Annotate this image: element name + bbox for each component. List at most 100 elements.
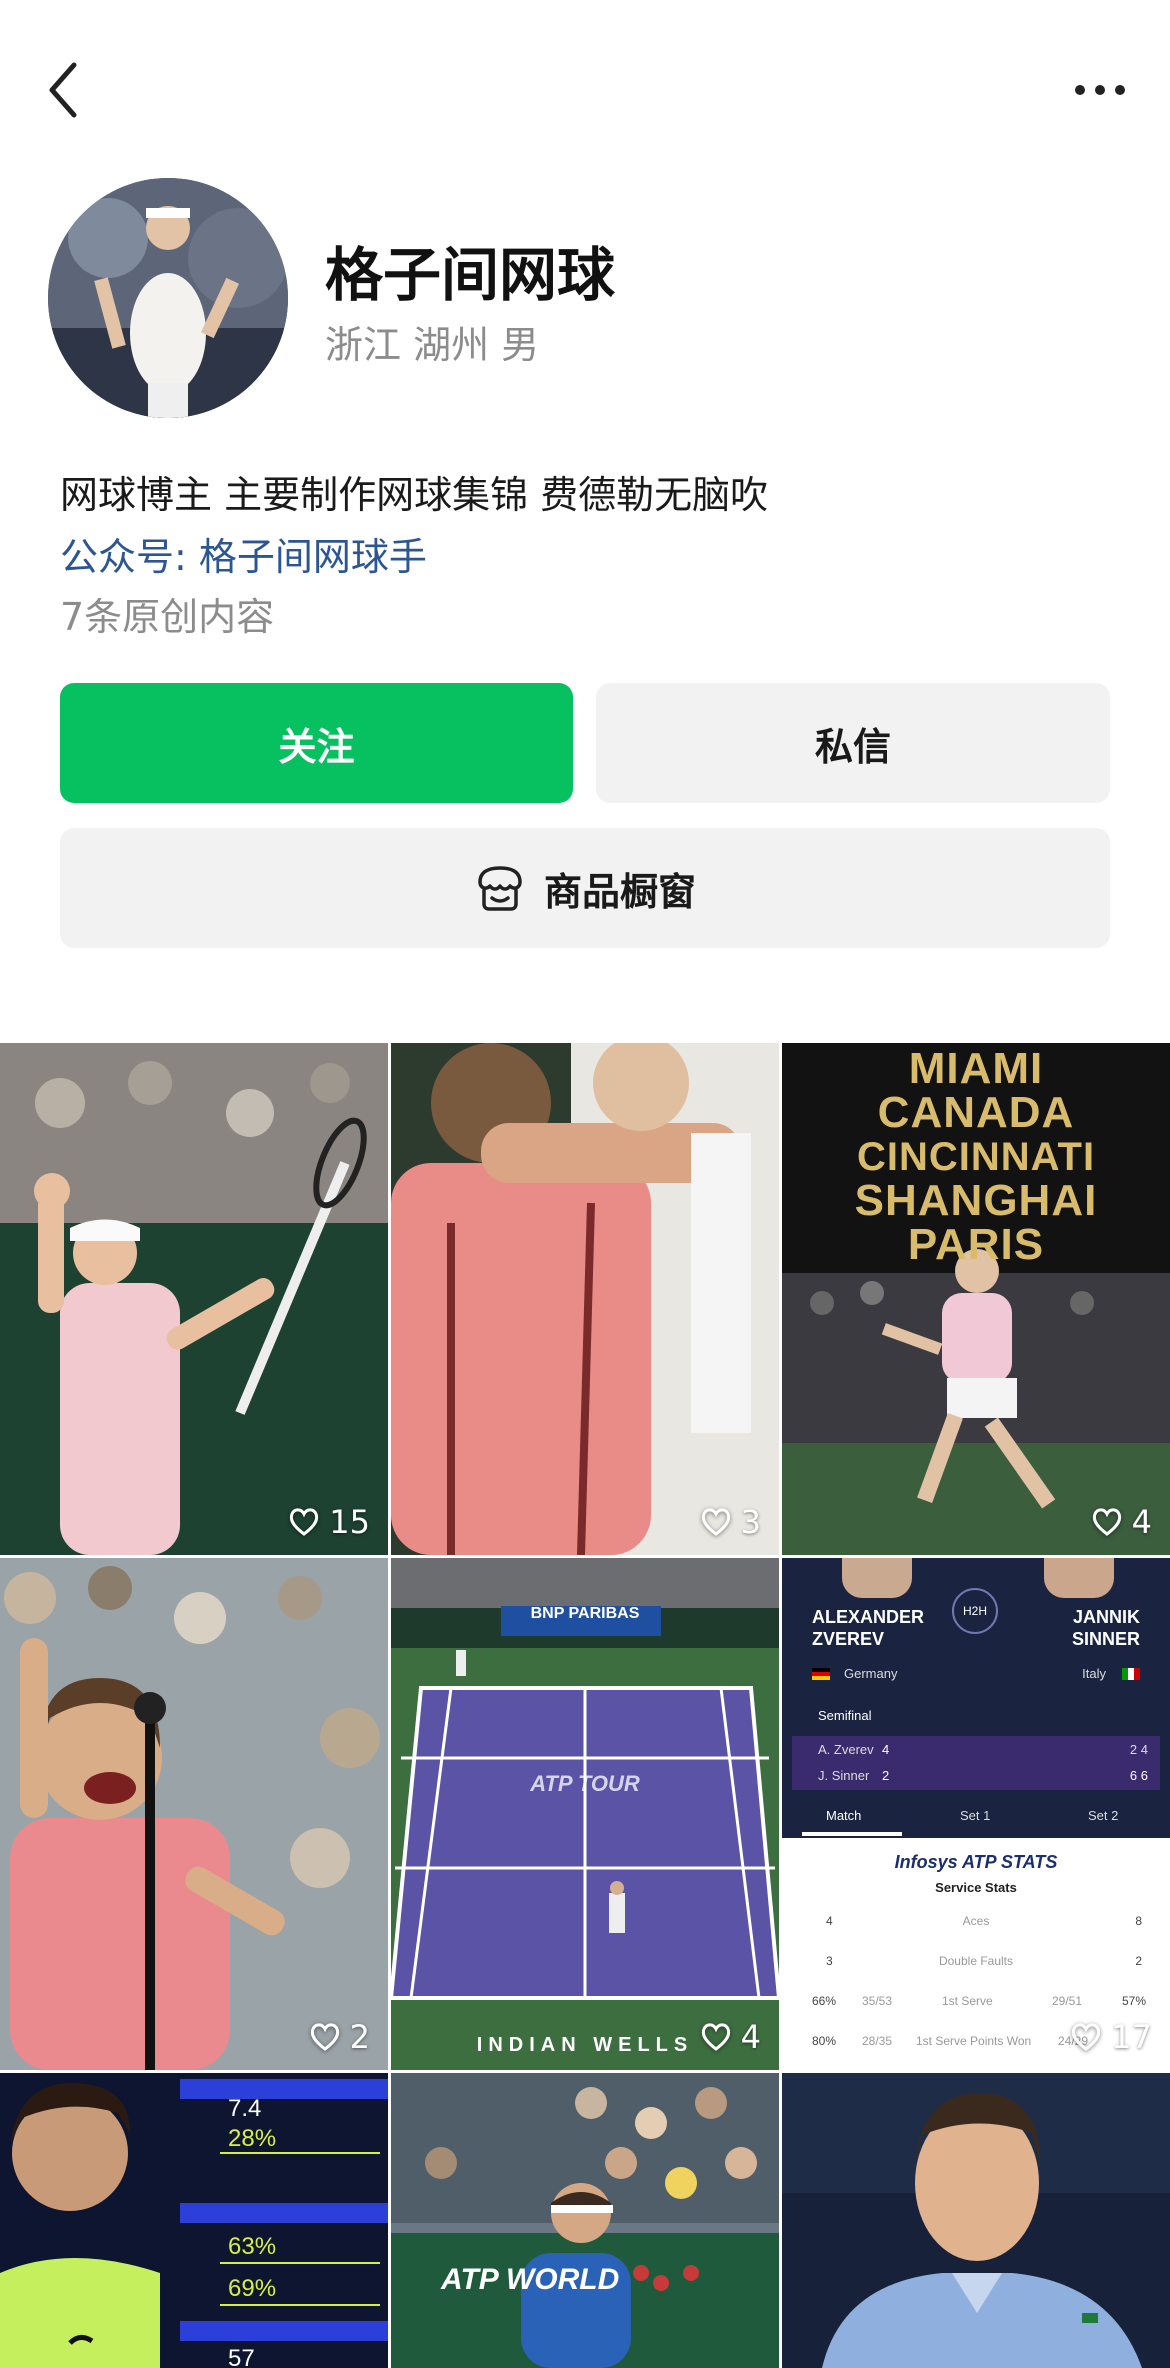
post-tile[interactable]: 15 — [0, 1043, 388, 1555]
score-value: 63% — [228, 2233, 277, 2260]
post-likes: 17 — [1071, 2018, 1152, 2056]
row1-score: 4 — [882, 1742, 890, 1757]
court-logo: ATP TOUR — [530, 1771, 640, 1796]
stat-label: 1st Serve — [942, 1994, 993, 2008]
player2-country: Italy — [1082, 1666, 1106, 1681]
posts-grid: 15 3 MIAMI CANADA CINCINNATI SHANGHAI PA… — [0, 1043, 1170, 2368]
court-logo: ATP WORLD — [441, 2263, 620, 2296]
heart-icon — [701, 2023, 730, 2051]
post-likes: 4 — [1092, 1503, 1152, 1541]
message-button[interactable]: 私信 — [596, 683, 1110, 803]
heart-icon — [1072, 2023, 1101, 2051]
sponsor-banner: BNP PARIBAS — [530, 1605, 640, 1622]
post-tile[interactable]: MIAMI CANADA CINCINNATI SHANGHAI PARIS 4 — [782, 1043, 1170, 1555]
score-value: 69% — [228, 2275, 277, 2302]
heart-icon — [310, 2023, 339, 2051]
back-button[interactable] — [40, 55, 90, 125]
likes-count: 17 — [1111, 2018, 1152, 2056]
storefront-icon — [478, 866, 522, 911]
post-thumbnail — [391, 1558, 779, 2070]
row1-sets: 2 4 — [1129, 1742, 1148, 1757]
overlay-line: MIAMI — [908, 1044, 1044, 1093]
top-bar — [0, 0, 1170, 180]
player2-last: SINNER — [1071, 1629, 1140, 1649]
player1-first: ALEXANDER — [812, 1607, 925, 1627]
germany-flag-icon — [812, 1668, 830, 1680]
post-tile[interactable]: ALEXANDER ZVEREV JANNIK SINNER H2H Germa… — [782, 1558, 1170, 2070]
stats-subtitle: Service Stats — [935, 1880, 1017, 1895]
post-likes: 4 — [701, 2018, 761, 2056]
overlay-line: SHANGHAI — [854, 1176, 1098, 1225]
post-thumbnail — [391, 1043, 779, 1555]
likes-count: 4 — [740, 2018, 761, 2056]
post-tile[interactable]: ATP WORLD — [391, 2073, 779, 2368]
post-thumbnail — [0, 2073, 388, 2368]
heart-icon — [290, 1508, 319, 1536]
post-tile[interactable]: BNP PARIBAS ATP TOUR INDIAN WELLS 4 — [391, 1558, 779, 2070]
italy-flag-icon — [1122, 1668, 1140, 1680]
profile-name: 格子间网球 — [325, 241, 616, 309]
post-likes: 2 — [310, 2018, 370, 2056]
stats-row: 66% 35/53 1st Serve 29/51 57% — [782, 1984, 1170, 2020]
follow-label: 关注 — [278, 724, 355, 769]
overlay-line: CINCINNATI — [856, 1135, 1096, 1179]
stat-right: 57% — [1121, 1994, 1146, 2008]
stat-right: 2 — [1135, 1954, 1142, 1968]
likes-count: 4 — [1131, 1503, 1152, 1541]
chevron-left-icon — [49, 62, 77, 118]
post-thumbnail — [0, 1558, 388, 2070]
likes-count: 2 — [349, 2018, 370, 2056]
heart-icon — [1092, 1508, 1121, 1536]
stat-left: 66% — [812, 1994, 837, 2008]
post-likes: 15 — [289, 1503, 370, 1541]
row2-sets: 6 6 — [1129, 1768, 1148, 1783]
more-dots-icon — [1075, 85, 1125, 95]
stat-label: Aces — [962, 1914, 990, 1928]
tab-set2: Set 2 — [1088, 1808, 1119, 1823]
stat-left-detail: 28/35 — [862, 2034, 893, 2048]
post-tile[interactable]: 2 — [0, 1558, 388, 2070]
row2-name: J. Sinner — [818, 1768, 870, 1783]
player1-country: Germany — [844, 1666, 898, 1681]
original-content-count: 7条原创内容 — [60, 595, 275, 639]
tab-set1: Set 1 — [960, 1808, 991, 1823]
shop-window-button[interactable]: 商品橱窗 — [60, 828, 1110, 948]
player2-first: JANNIK — [1072, 1607, 1140, 1627]
follow-button[interactable]: 关注 — [60, 683, 573, 803]
avatar[interactable] — [48, 178, 288, 418]
likes-count: 15 — [329, 1503, 370, 1541]
official-account-link[interactable]: 公众号: 格子间网球手 — [60, 526, 427, 581]
post-tile[interactable] — [782, 2073, 1170, 2368]
tab-indicator — [802, 1832, 902, 1836]
profile-bio: 网球博主 主要制作网球集锦 费德勒无脑吹 — [60, 473, 769, 517]
round-label: Semifinal — [818, 1708, 872, 1723]
shop-window-label: 商品橱窗 — [543, 869, 696, 914]
stat-right: 8 — [1135, 1914, 1142, 1928]
score-value: 28% — [228, 2125, 277, 2152]
message-label: 私信 — [814, 724, 891, 769]
stats-row: 3 Double Faults 2 — [782, 1944, 1170, 1980]
post-likes: 3 — [701, 1503, 761, 1541]
post-tile[interactable]: 3 — [391, 1043, 779, 1555]
overlay-line: CANADA — [877, 1088, 1075, 1137]
score-value: 57 — [228, 2345, 255, 2368]
heart-icon — [701, 1508, 730, 1536]
row2-score: 2 — [882, 1768, 890, 1783]
avatar-image — [48, 178, 288, 418]
stat-right-detail: 29/51 — [1052, 1994, 1083, 2008]
more-button[interactable] — [1070, 70, 1130, 110]
stat-label: 1st Serve Points Won — [916, 2034, 1032, 2048]
tab-match: Match — [826, 1808, 862, 1823]
post-thumbnail — [391, 2073, 779, 2368]
post-tile[interactable]: 7.4 28% 63% 69% 57 — [0, 2073, 388, 2368]
stats-title: Infosys ATP STATS — [894, 1852, 1058, 1872]
stat-label: Double Faults — [938, 1954, 1014, 1968]
stats-row: 4 Aces 8 — [782, 1904, 1170, 1940]
stat-left-detail: 35/53 — [862, 1994, 893, 2008]
player1-photo — [842, 1558, 912, 1598]
player1-last: ZVEREV — [812, 1629, 885, 1649]
stat-left: 80% — [812, 2034, 837, 2048]
player2-photo — [1044, 1558, 1114, 1598]
score-value: 7.4 — [228, 2095, 262, 2122]
post-thumbnail — [782, 2073, 1170, 2368]
